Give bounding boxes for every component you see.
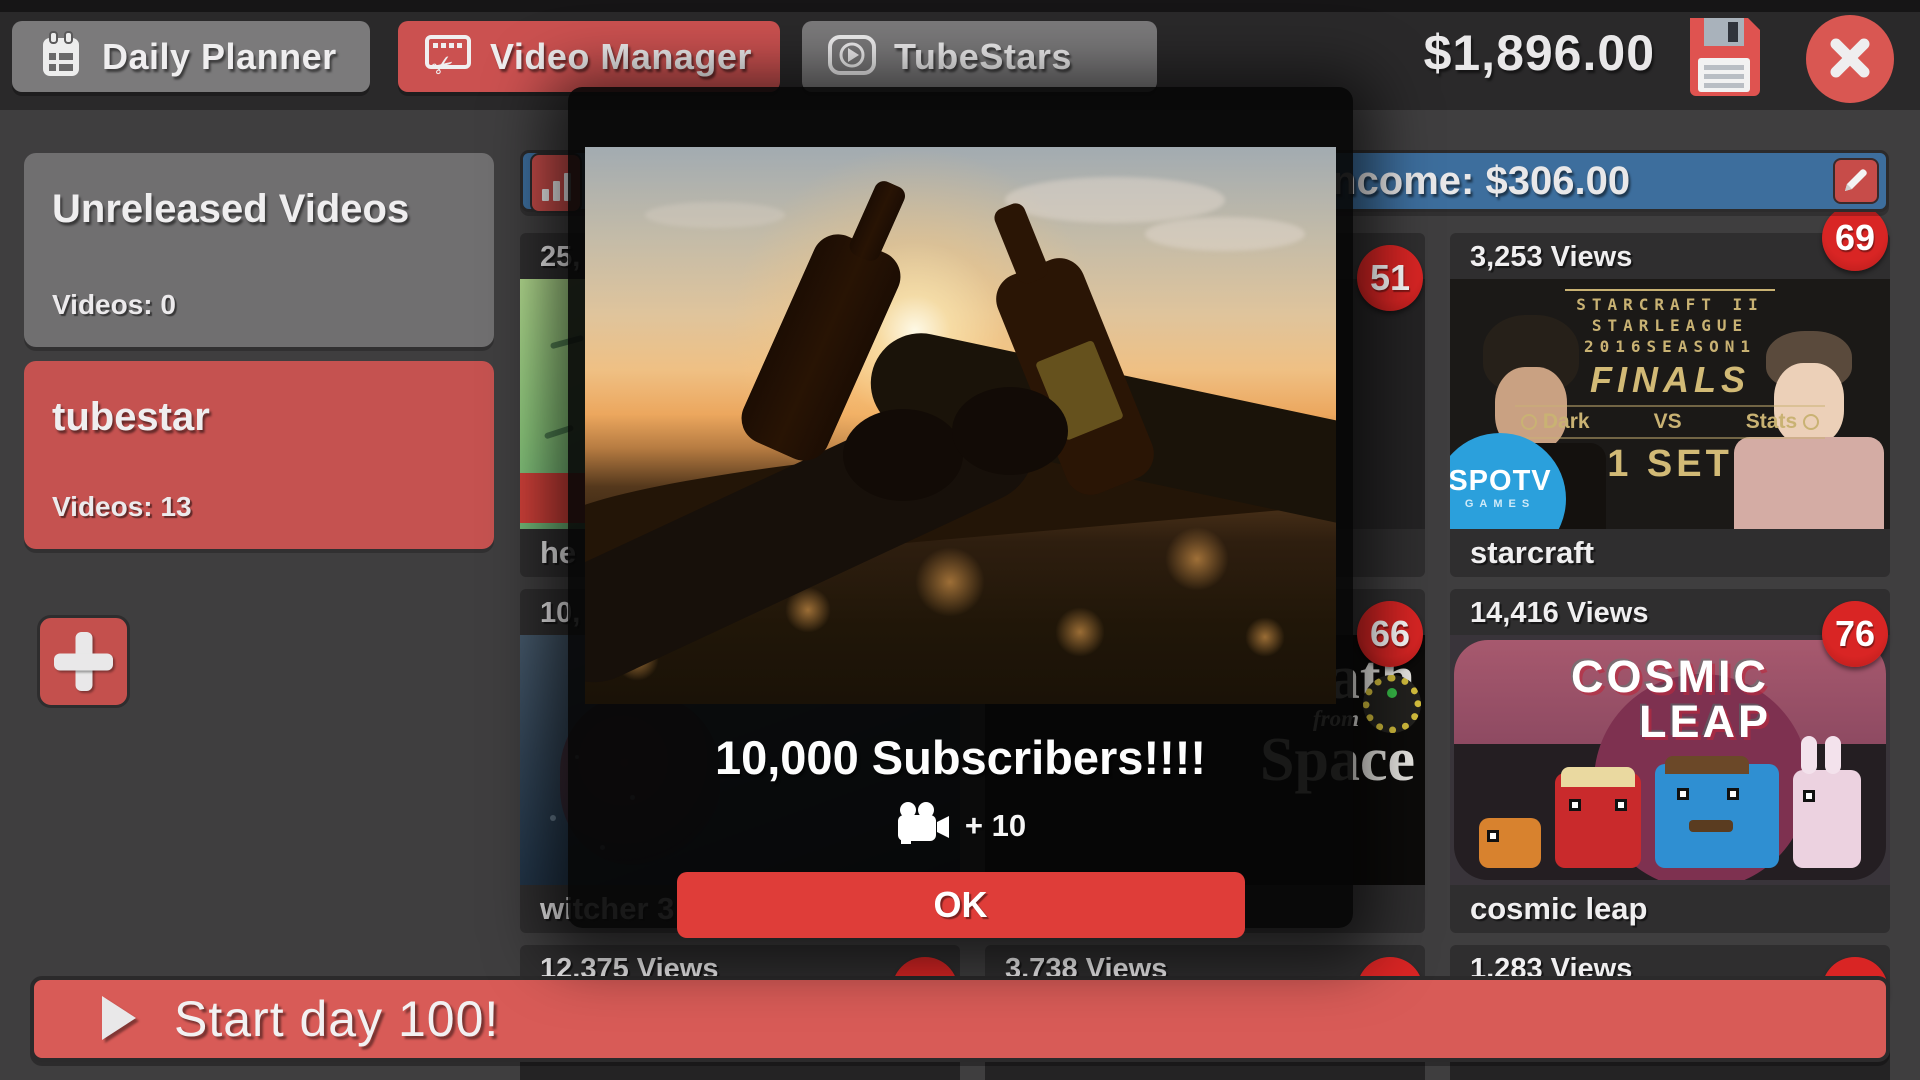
edit-income-button[interactable] — [1833, 158, 1879, 204]
ok-button[interactable]: OK — [677, 872, 1245, 938]
tab-daily-planner[interactable]: Daily Planner — [12, 21, 370, 92]
starcraft-title-block: STARCRAFT II STARLEAGUE 2016SEASON1 FINA… — [1510, 289, 1830, 486]
floppy-disk-icon — [1684, 86, 1764, 101]
save-button[interactable] — [1684, 14, 1764, 98]
video-title: cosmic leap — [1450, 885, 1890, 933]
panel-video-count: Videos: 0 — [52, 289, 176, 321]
tab-label: Daily Planner — [102, 36, 337, 78]
reward-row: + 10 — [585, 801, 1336, 850]
tab-label: TubeStars — [894, 36, 1072, 78]
sun-icon — [1363, 675, 1421, 733]
calendar-icon — [38, 31, 84, 82]
score-badge: 69 — [1822, 205, 1888, 271]
svg-text:✂: ✂ — [425, 46, 460, 79]
hand-right — [952, 387, 1068, 475]
add-channel-button[interactable] — [37, 615, 130, 708]
panel-title: tubestar — [52, 395, 210, 440]
money-display: $1,896.00 — [1424, 24, 1655, 82]
video-card-starcraft[interactable]: 3,253 Views STARCRAFT II STARLEAGUE 2016… — [1450, 233, 1890, 577]
score-badge: 66 — [1357, 601, 1423, 667]
video-camera-icon — [895, 801, 951, 850]
play-tube-icon — [828, 35, 876, 78]
hand-left — [843, 409, 963, 501]
film-scissors-icon: ✂ — [424, 31, 472, 82]
voxel-characters — [1454, 764, 1886, 868]
unreleased-videos-panel[interactable]: Unreleased Videos Videos: 0 — [24, 153, 494, 347]
cosmic-title: COSMIC LEAP — [1454, 654, 1886, 744]
milestone-title: 10,000 Subscribers!!!! — [585, 730, 1336, 785]
tab-video-manager[interactable]: ✂ Video Manager — [398, 21, 780, 92]
bar-chart-icon — [542, 173, 571, 201]
play-icon — [100, 994, 138, 1045]
score-badge: 51 — [1357, 245, 1423, 311]
start-day-label: Start day 100! — [174, 990, 499, 1048]
celebration-photo — [585, 147, 1336, 704]
panel-title: Unreleased Videos — [52, 187, 409, 232]
video-title: starcraft — [1450, 529, 1890, 577]
app-window: Daily Planner ✂ Video Manager — [0, 0, 1920, 1080]
video-card-cosmic-leap[interactable]: 14,416 Views COSMIC LEAP cosmic leap 76 — [1450, 589, 1890, 933]
pencil-icon — [1841, 165, 1871, 198]
subscriber-milestone-dialog: 10,000 Subscribers!!!! + 10 OK — [568, 87, 1353, 928]
channel-tubestar-panel[interactable]: tubestar Videos: 13 — [24, 361, 494, 549]
tab-label: Video Manager — [490, 36, 752, 78]
tab-tubestars[interactable]: TubeStars — [802, 21, 1157, 92]
score-badge: 76 — [1822, 601, 1888, 667]
close-icon — [1828, 36, 1872, 83]
income-label: Income: $306.00 — [1321, 159, 1630, 204]
thumbnail-cosmic-leap: COSMIC LEAP — [1450, 635, 1890, 885]
start-day-button[interactable]: Start day 100! — [30, 976, 1890, 1062]
panel-video-count: Videos: 13 — [52, 491, 192, 523]
thumbnail-starcraft: STARCRAFT II STARLEAGUE 2016SEASON1 FINA… — [1450, 279, 1890, 529]
close-button[interactable] — [1806, 15, 1894, 103]
reward-amount: + 10 — [965, 808, 1026, 844]
